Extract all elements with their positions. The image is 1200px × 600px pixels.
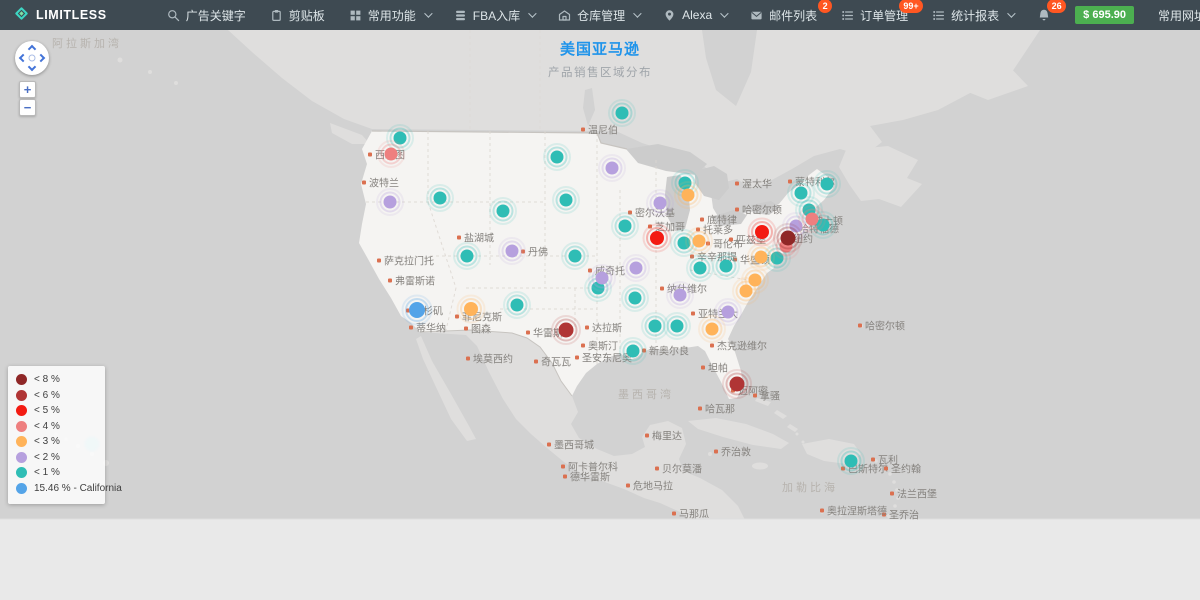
legend-swatch-icon (16, 483, 27, 494)
nav-item-common-urls[interactable]: 常用网址 (1146, 0, 1200, 30)
legend-swatch-icon (16, 421, 27, 432)
legend-row: < 3 % (16, 436, 97, 448)
grid-icon (349, 9, 362, 22)
warehouse-icon (558, 9, 571, 22)
legend-label: < 1 % (34, 467, 60, 478)
nav-item-fba-inbound[interactable]: FBA入库 (442, 0, 546, 30)
nav-item-label: 仓库管理 (577, 7, 625, 24)
nav-item-mail-list[interactable]: 邮件列表2 (738, 0, 829, 30)
legend-label: < 3 % (34, 436, 60, 447)
nav-item-ad-keywords[interactable]: 广告关键字 (155, 0, 258, 30)
legend-row: 15.46 % - California (16, 483, 97, 495)
chevron-down-icon (633, 9, 641, 17)
pan-down-icon[interactable] (28, 63, 36, 71)
nav-item-label: 统计报表 (951, 7, 999, 24)
stack-icon (454, 9, 467, 22)
balance-badge: $ 695.90 (1075, 6, 1134, 24)
map-pan-control[interactable] (15, 41, 49, 75)
zoom-in-button[interactable]: + (19, 81, 36, 98)
clipboard-icon (270, 9, 283, 22)
nav-item-reports[interactable]: 统计报表 (920, 0, 1025, 30)
chevron-down-icon (1007, 9, 1015, 17)
chevron-down-icon (528, 9, 536, 17)
nav-item-label: 邮件列表 (769, 7, 817, 24)
nav-item-alexa[interactable]: Alexa (651, 0, 738, 30)
legend-swatch-icon (16, 436, 27, 447)
nav-item-balance[interactable]: $ 695.90 (1063, 0, 1146, 30)
top-navbar: LIMITLESS 广告关键字 剪贴板 常用功能 FBA入库 仓库管理 Alexa 邮件列表… (0, 0, 1200, 30)
nav-item-order-management[interactable]: 订单管理99+ (829, 0, 920, 30)
pin-icon (663, 9, 676, 22)
nav-item-label: 常用功能 (368, 7, 416, 24)
chevron-down-icon (720, 9, 728, 17)
legend-swatch-icon (16, 390, 27, 401)
legend-label: < 8 % (34, 374, 60, 385)
legend-swatch-icon (16, 452, 27, 463)
legend-label: < 2 % (34, 452, 60, 463)
legend-row: < 8 % (16, 374, 97, 386)
legend-swatch-icon (16, 405, 27, 416)
pan-right-icon[interactable] (37, 54, 45, 62)
legend-label: < 4 % (34, 421, 60, 432)
pan-left-icon[interactable] (19, 54, 27, 62)
legend-row: < 6 % (16, 390, 97, 402)
brand-logo[interactable]: LIMITLESS (0, 6, 121, 24)
map-canvas[interactable]: 美国亚马逊 产品销售区域分布 阿拉斯加湾墨西哥湾加勒比海 温尼伯西雅图波特兰盐湖… (0, 30, 1200, 600)
nav-item-warehouse-management[interactable]: 仓库管理 (546, 0, 651, 30)
legend-label: 15.46 % - California (34, 483, 122, 494)
legend-swatch-icon (16, 374, 27, 385)
pan-up-icon[interactable] (28, 45, 36, 53)
nav-item-label: FBA入库 (473, 7, 520, 24)
legend-row: < 1 % (16, 467, 97, 479)
search-icon (167, 9, 180, 22)
limitless-logo-icon (14, 6, 29, 24)
nav-item-label: 常用网址 (1158, 7, 1200, 24)
nav-item-label: Alexa (682, 8, 712, 22)
report-icon (932, 9, 945, 22)
nav-item-clipboard[interactable]: 剪贴板 (258, 0, 337, 30)
nav-item-label: 广告关键字 (186, 7, 246, 24)
legend-label: < 5 % (34, 405, 60, 416)
chevron-down-icon (424, 9, 432, 17)
basemap (0, 30, 1200, 600)
list-icon (841, 9, 854, 22)
brand-name: LIMITLESS (36, 8, 107, 22)
mail-icon (750, 9, 763, 22)
legend-row: < 4 % (16, 421, 97, 433)
nav-item-notifications[interactable]: 26 (1025, 0, 1063, 30)
nav-item-common-functions[interactable]: 常用功能 (337, 0, 442, 30)
map-legend: < 8 % < 6 % < 5 % < 4 % < 3 % < 2 % < 1 % 15.46… (8, 366, 105, 504)
legend-label: < 6 % (34, 390, 60, 401)
legend-row: < 5 % (16, 405, 97, 417)
zoom-out-button[interactable]: − (19, 99, 36, 116)
nav-item-label: 剪贴板 (289, 7, 325, 24)
pan-center-icon (29, 55, 36, 62)
legend-swatch-icon (16, 467, 27, 478)
legend-row: < 2 % (16, 452, 97, 464)
